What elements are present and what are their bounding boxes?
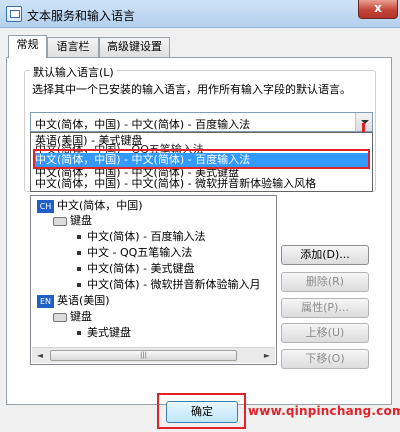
tree-language-label: 英语(美国): [57, 294, 110, 307]
tree-item-label: 美式键盘: [87, 326, 131, 339]
language-badge: CH: [37, 199, 54, 213]
bullet-icon: [77, 283, 81, 287]
tree-item[interactable]: 中文(简体) - 百度输入法: [77, 229, 206, 244]
scroll-left-icon[interactable]: ◄: [32, 348, 48, 363]
tree-item[interactable]: 中文(简体) - 美式键盘: [77, 261, 195, 276]
move-down-button[interactable]: 下移(O): [281, 349, 369, 369]
tree-group-keyboard[interactable]: 键盘: [53, 213, 92, 228]
scroll-thumb[interactable]: |||: [50, 350, 237, 361]
title-bar: 文本服务和输入语言 x: [0, 0, 400, 28]
tree-language-zh[interactable]: CH 中文(简体，中国): [37, 198, 143, 213]
tab-general[interactable]: 常规: [8, 35, 47, 58]
keyboard-icon: [53, 312, 67, 322]
ok-button[interactable]: 确定: [166, 401, 238, 423]
properties-button[interactable]: 属性(P)...: [281, 298, 369, 318]
tree-item[interactable]: 美式键盘: [77, 325, 131, 340]
bullet-icon: [77, 331, 81, 335]
bullet-icon: [77, 235, 81, 239]
tree-item-label: 中文(简体) - 美式键盘: [87, 262, 195, 275]
move-up-button[interactable]: 上移(U): [281, 323, 369, 343]
scroll-right-icon[interactable]: ►: [259, 348, 275, 363]
default-language-select[interactable]: 中文(简体，中国) - 中文(简体) - 百度输入法: [30, 112, 373, 132]
tree-item-label: 中文(简体) - 百度输入法: [87, 230, 206, 243]
tree-group-label: 键盘: [70, 310, 92, 323]
dropdown-option-baidu[interactable]: 中文(简体，中国) - 中文(简体) - 百度输入法: [33, 153, 370, 167]
language-dropdown-list: 英语(美国) - 美式键盘 中文(简体，中国) - QQ五笔输入法 中文(简体，…: [30, 132, 373, 192]
tree-group-label: 键盘: [70, 214, 92, 227]
tree-item[interactable]: 中文(简体) - 微软拼音新体验输入月: [77, 277, 261, 292]
tree-item-label: 中文(简体) - 微软拼音新体验输入月: [87, 278, 261, 291]
horizontal-scrollbar[interactable]: ◄ ||| ►: [32, 347, 275, 363]
default-input-description: 选择其中一个已安装的输入语言，用作所有输入字段的默认语言。: [32, 83, 351, 96]
close-button[interactable]: x: [358, 0, 398, 19]
tree-language-en[interactable]: EN 英语(美国): [37, 293, 110, 308]
tree-item-label: 中文 - QQ五笔输入法: [87, 246, 193, 259]
dropdown-option-ms-pinyin[interactable]: 中文(简体，中国) - 中文(简体) - 微软拼音新体验输入风格: [33, 177, 370, 191]
tab-advanced-key-settings[interactable]: 高级键设置: [99, 37, 170, 57]
tree-language-label: 中文(简体，中国): [57, 199, 143, 212]
window-title: 文本服务和输入语言: [27, 9, 136, 23]
tree-group-keyboard[interactable]: 键盘: [53, 309, 92, 324]
keyboard-app-icon: [6, 6, 22, 22]
keyboard-icon: [53, 216, 67, 226]
default-language-value: 中文(简体，中国) - 中文(简体) - 百度输入法: [35, 118, 251, 131]
bullet-icon: [77, 267, 81, 271]
language-badge: EN: [37, 294, 54, 308]
tree-item[interactable]: 中文 - QQ五笔输入法: [77, 245, 192, 260]
remove-button[interactable]: 删除(R): [281, 272, 369, 292]
default-input-label: 默认输入语言(L): [30, 64, 117, 80]
add-button[interactable]: 添加(D)...: [281, 245, 369, 265]
installed-services-tree[interactable]: CH 中文(简体，中国) 键盘 中文(简体) - 百度输入法 中文 - QQ五笔输…: [30, 195, 277, 365]
site-watermark: www.qinpinchang.com: [248, 404, 400, 418]
bullet-icon: [77, 251, 81, 255]
tab-language-bar[interactable]: 语言栏: [47, 37, 99, 57]
